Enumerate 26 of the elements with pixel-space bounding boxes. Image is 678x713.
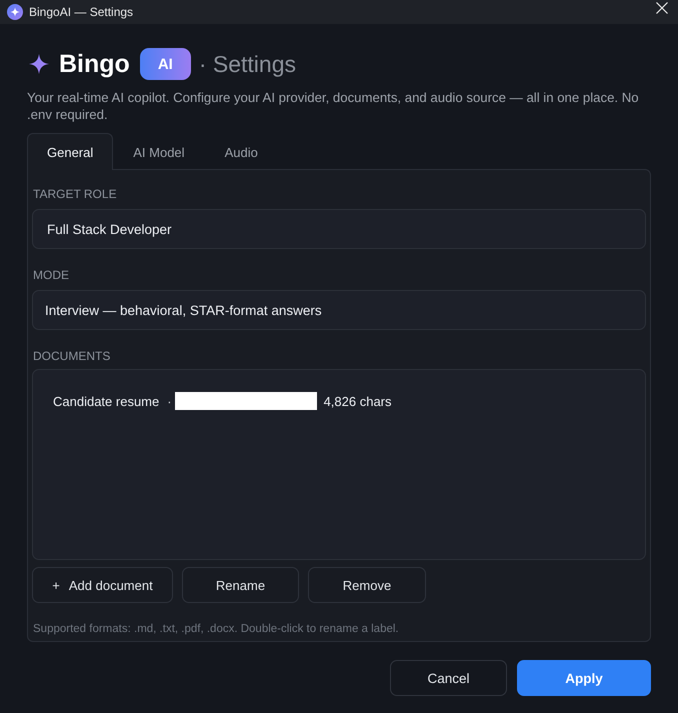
tab[interactable]: Audio bbox=[204, 133, 278, 170]
brand-name: Bingo bbox=[59, 50, 130, 78]
cancel-button[interactable]: Cancel bbox=[390, 660, 507, 696]
ai-badge: AI bbox=[140, 48, 191, 80]
window-title: BingoAI — Settings bbox=[29, 5, 134, 19]
text-field[interactable]: Full Stack Developer bbox=[32, 209, 646, 249]
apply-button[interactable]: Apply bbox=[517, 660, 651, 696]
sparkle-icon bbox=[29, 54, 49, 74]
document-size: 4,826 chars bbox=[324, 394, 392, 408]
close-icon[interactable] bbox=[656, 2, 668, 14]
app-icon bbox=[7, 4, 23, 20]
tab[interactable]: General bbox=[27, 133, 114, 170]
page-title: · Settings bbox=[198, 50, 296, 78]
document-item[interactable]: Candidate resume · 4,826 chars bbox=[47, 390, 631, 412]
field-label: MODE bbox=[33, 268, 70, 282]
tab[interactable]: AI Model bbox=[113, 133, 205, 170]
hint-text: Supported formats: .md, .txt, .pdf, .docx. Double-click to rename a label. bbox=[33, 623, 400, 635]
field-label: TARGET ROLE bbox=[33, 187, 118, 201]
text-field[interactable]: Interview — behavioral, STAR-format answers bbox=[32, 290, 646, 330]
add-document-button[interactable]: + Add document bbox=[32, 567, 173, 603]
document-name: Candidate resume bbox=[53, 394, 160, 408]
rename-button[interactable]: Rename bbox=[182, 567, 299, 603]
section-label: DOCUMENTS bbox=[33, 349, 112, 363]
remove-button[interactable]: Remove bbox=[308, 567, 426, 603]
description-text: Your real-time AI copilot. Configure your AI provider, documents, and audio source — all in one place. No .env required. bbox=[27, 89, 640, 123]
separator-dot: · bbox=[167, 394, 172, 408]
